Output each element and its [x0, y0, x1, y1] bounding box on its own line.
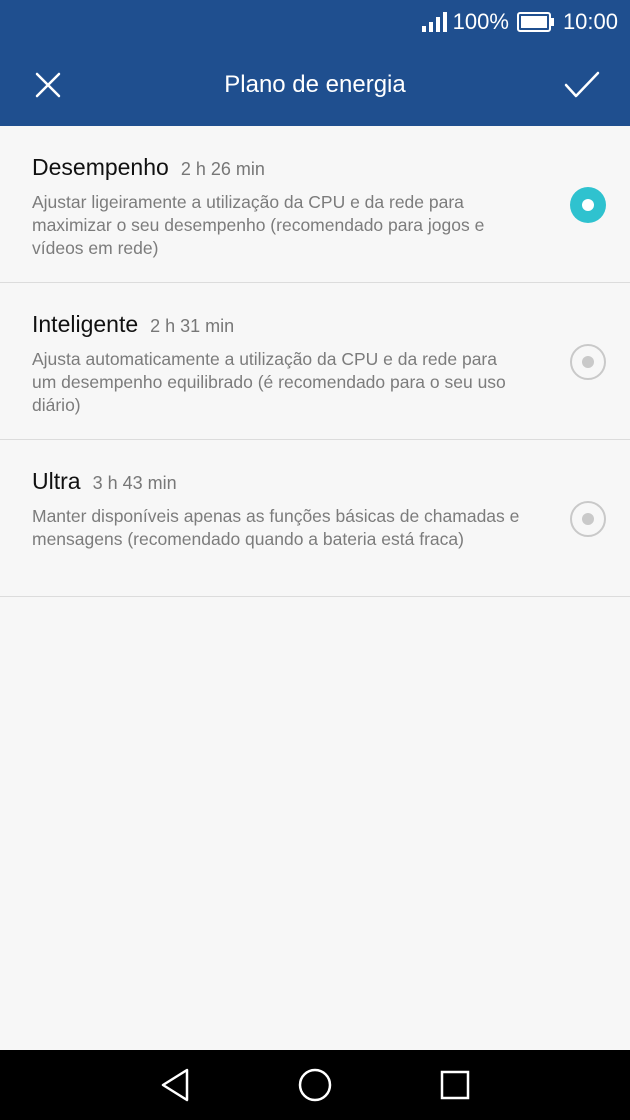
option-desempenho[interactable]: Desempenho 2 h 26 min Ajustar ligeiramen… [0, 126, 630, 283]
radio-ultra[interactable] [570, 501, 606, 537]
option-inteligente[interactable]: Inteligente 2 h 31 min Ajusta automatica… [0, 283, 630, 440]
option-name: Inteligente [32, 311, 139, 337]
option-description: Ajusta automaticamente a utilização da C… [32, 349, 506, 415]
option-name: Ultra [32, 468, 81, 494]
recents-icon[interactable] [430, 1060, 480, 1110]
battery-percent: 100% [452, 9, 509, 34]
option-ultra[interactable]: Ultra 3 h 43 min Manter disponíveis apen… [0, 440, 630, 597]
navigation-bar [0, 1050, 630, 1120]
home-icon[interactable] [290, 1060, 340, 1110]
option-name: Desempenho [32, 154, 169, 180]
power-plan-list: Desempenho 2 h 26 min Ajustar ligeiramen… [0, 126, 630, 597]
option-time: 2 h 31 min [150, 316, 235, 336]
status-bar: 100% 10:00 [0, 0, 630, 44]
signal-icon [421, 12, 447, 32]
status-time: 10:00 [562, 9, 618, 34]
radio-desempenho[interactable] [570, 187, 606, 223]
option-description: Ajustar ligeiramente a utilização da CPU… [32, 192, 485, 258]
option-description: Manter disponíveis apenas as funções bás… [32, 506, 520, 549]
option-time: 3 h 43 min [92, 473, 177, 493]
option-time: 2 h 26 min [180, 159, 265, 179]
battery-icon [516, 12, 555, 32]
check-icon[interactable] [562, 65, 602, 105]
radio-inteligente[interactable] [570, 344, 606, 380]
back-icon[interactable] [150, 1060, 200, 1110]
page-title: Plano de energia [224, 71, 406, 98]
close-icon[interactable] [28, 65, 68, 105]
app-bar: Plano de energia [0, 44, 630, 126]
